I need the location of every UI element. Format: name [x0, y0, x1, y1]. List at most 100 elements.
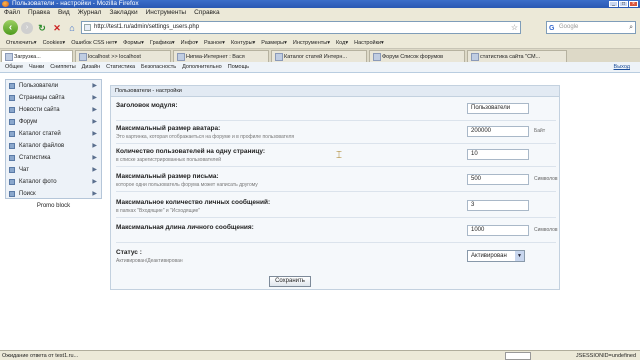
users-per-page-input[interactable]: 10 [467, 149, 529, 160]
sidebar-item-label: Форум [19, 119, 38, 125]
toolbar-options[interactable]: Настройки▾ [352, 37, 386, 48]
menu-view[interactable]: Вид [58, 8, 70, 18]
tab-loading[interactable]: Загрузка... [1, 50, 73, 62]
session-indicator: JSESSIONID=undefined [575, 353, 636, 359]
chat-icon [9, 167, 15, 173]
address-url: http://test1.ru/admin/settings_users.php [94, 24, 200, 30]
site-favicon-icon [84, 24, 91, 31]
navigation-bar: ‹ › ↻ ✕ ⌂ http://test1.ru/admin/settings… [0, 18, 640, 37]
mouse-cursor-icon: ⌶ [336, 150, 342, 161]
maximize-button[interactable]: □ [619, 1, 628, 7]
sidebar-item-pages[interactable]: Страницы сайта ▶ [6, 92, 101, 104]
admin-menu-general[interactable]: Общее [5, 62, 23, 72]
message-length-input[interactable]: 1000 [467, 225, 529, 236]
save-button[interactable]: Сохранить [269, 276, 311, 287]
module-title-input[interactable]: Пользователи [467, 103, 529, 114]
sidebar-item-chat[interactable]: Чат ▶ [6, 164, 101, 176]
menu-file[interactable]: Файл [4, 8, 20, 18]
toolbar-resize[interactable]: Размеры▾ [259, 37, 289, 48]
sidebar-item-news[interactable]: Новости сайта ▶ [6, 104, 101, 116]
menu-history[interactable]: Журнал [78, 8, 102, 18]
chevron-right-icon: ▶ [92, 107, 97, 113]
sidebar-item-statistics[interactable]: Статистика ▶ [6, 152, 101, 164]
sidebar-item-label: Чат [19, 167, 29, 173]
setting-row-message-size: Максимальный размер письма: которое одни… [116, 170, 558, 192]
close-window-button[interactable]: × [629, 1, 638, 7]
back-button[interactable]: ‹ [3, 20, 18, 35]
sidebar-item-articles[interactable]: Каталог статей ▶ [6, 128, 101, 140]
tab-articles[interactable]: Каталог статей Интерн... [271, 50, 367, 62]
admin-menu-help[interactable]: Помощь [228, 62, 249, 72]
avatar-size-input[interactable]: 200000 [467, 126, 529, 137]
news-icon [9, 107, 15, 113]
setting-label: Максимальный размер аватара: [116, 125, 221, 132]
toolbar-info[interactable]: Инфо▾ [179, 37, 200, 48]
admin-menu-chunks[interactable]: Чанки [29, 62, 44, 72]
sidebar-item-label: Каталог статей [19, 131, 61, 137]
status-selected-value: Активирован [471, 253, 507, 259]
window-title: Пользователи - настройки - Mozilla Firef… [12, 0, 139, 7]
tab-nigma[interactable]: Нигма-Интернет : Вася [173, 50, 269, 62]
toolbar-outline[interactable]: Контуры▾ [229, 37, 257, 48]
toolbar-forms[interactable]: Формы▾ [121, 37, 146, 48]
toolbar-disable[interactable]: Отключить▾ [4, 37, 39, 48]
logout-link[interactable]: Выход [614, 62, 630, 73]
toolbar-misc[interactable]: Разное▾ [202, 37, 227, 48]
setting-desc: в папках "Входящие" и "Исходящие" [116, 208, 201, 214]
menu-help[interactable]: Справка [194, 8, 220, 18]
chevron-right-icon: ▶ [92, 83, 97, 89]
forward-button[interactable]: › [21, 21, 33, 34]
window-controls: _ □ × [609, 1, 638, 7]
toolbar-cookies[interactable]: Cookies▾ [41, 37, 68, 48]
status-select[interactable]: Активирован ▼ [467, 250, 525, 262]
stop-icon[interactable]: ✕ [51, 22, 63, 34]
status-bar: Ожидание ответа от test1.ru... JSESSIONI… [0, 350, 640, 360]
search-input[interactable]: G Google ⌕ [546, 21, 636, 34]
tab-statistics[interactable]: статистика сайта "СМ... [467, 50, 567, 62]
menu-edit[interactable]: Правка [28, 8, 50, 18]
sidebar-item-label: Поиск [19, 191, 36, 197]
search-icon [9, 191, 15, 197]
admin-menu-design[interactable]: Дизайн [82, 62, 101, 72]
sidebar-item-files[interactable]: Каталог файлов ▶ [6, 140, 101, 152]
sidebar-item-forum[interactable]: Форум ▶ [6, 116, 101, 128]
pages-icon [9, 95, 15, 101]
tab-forum[interactable]: Форум Список форумов [369, 50, 465, 62]
toolbar-images[interactable]: Графика▾ [148, 37, 177, 48]
admin-menu-statistics[interactable]: Статистика [106, 62, 135, 72]
articles-icon [9, 131, 15, 137]
search-icon[interactable]: ⌕ [629, 22, 633, 33]
tab-localhost[interactable]: localhost >> localhost [75, 50, 171, 62]
setting-unit: Байт [534, 128, 546, 134]
panel-header: Пользователи - настройки [111, 86, 559, 97]
window-titlebar: Пользователи - настройки - Mozilla Firef… [0, 0, 640, 8]
max-messages-input[interactable]: 3 [467, 200, 529, 211]
message-size-input[interactable]: 500 [467, 174, 529, 185]
admin-menu-snippets[interactable]: Сниппеты [50, 62, 75, 72]
minimize-button[interactable]: _ [609, 1, 618, 7]
chevron-right-icon: ▶ [92, 191, 97, 197]
chevron-right-icon: ▶ [92, 179, 97, 185]
setting-label: Статус : [116, 249, 142, 256]
sidebar-item-photos[interactable]: Каталог фото ▶ [6, 176, 101, 188]
toolbar-css[interactable]: Ошибок CSS нет▾ [69, 37, 119, 48]
menu-tools[interactable]: Инструменты [146, 8, 187, 18]
toolbar-tools[interactable]: Инструменты▾ [291, 37, 332, 48]
chevron-right-icon: ▶ [92, 167, 97, 173]
sidebar-item-search[interactable]: Поиск ▶ [6, 188, 101, 200]
menu-bookmarks[interactable]: Закладки [109, 8, 137, 18]
sidebar-item-users[interactable]: Пользователи ▶ [6, 80, 101, 92]
setting-label: Максимальная длина личного сообщения: [116, 224, 254, 231]
reload-icon[interactable]: ↻ [36, 22, 48, 34]
toolbar-source[interactable]: Код▾ [334, 37, 350, 48]
chevron-right-icon: ▶ [92, 131, 97, 137]
setting-desc: в списке зарегистрированных пользователе… [116, 157, 222, 163]
admin-menu-advanced[interactable]: Дополнительно [182, 62, 222, 72]
setting-label: Заголовок модуля: [116, 102, 178, 109]
admin-menu-security[interactable]: Безопасность [141, 62, 176, 72]
google-icon: G [549, 25, 555, 32]
setting-row-message-length: Максимальная длина личного сообщения: 10… [116, 221, 558, 243]
home-icon[interactable]: ⌂ [66, 22, 78, 34]
bookmark-star-icon[interactable]: ☆ [511, 22, 518, 33]
address-bar[interactable]: http://test1.ru/admin/settings_users.php… [81, 21, 521, 34]
